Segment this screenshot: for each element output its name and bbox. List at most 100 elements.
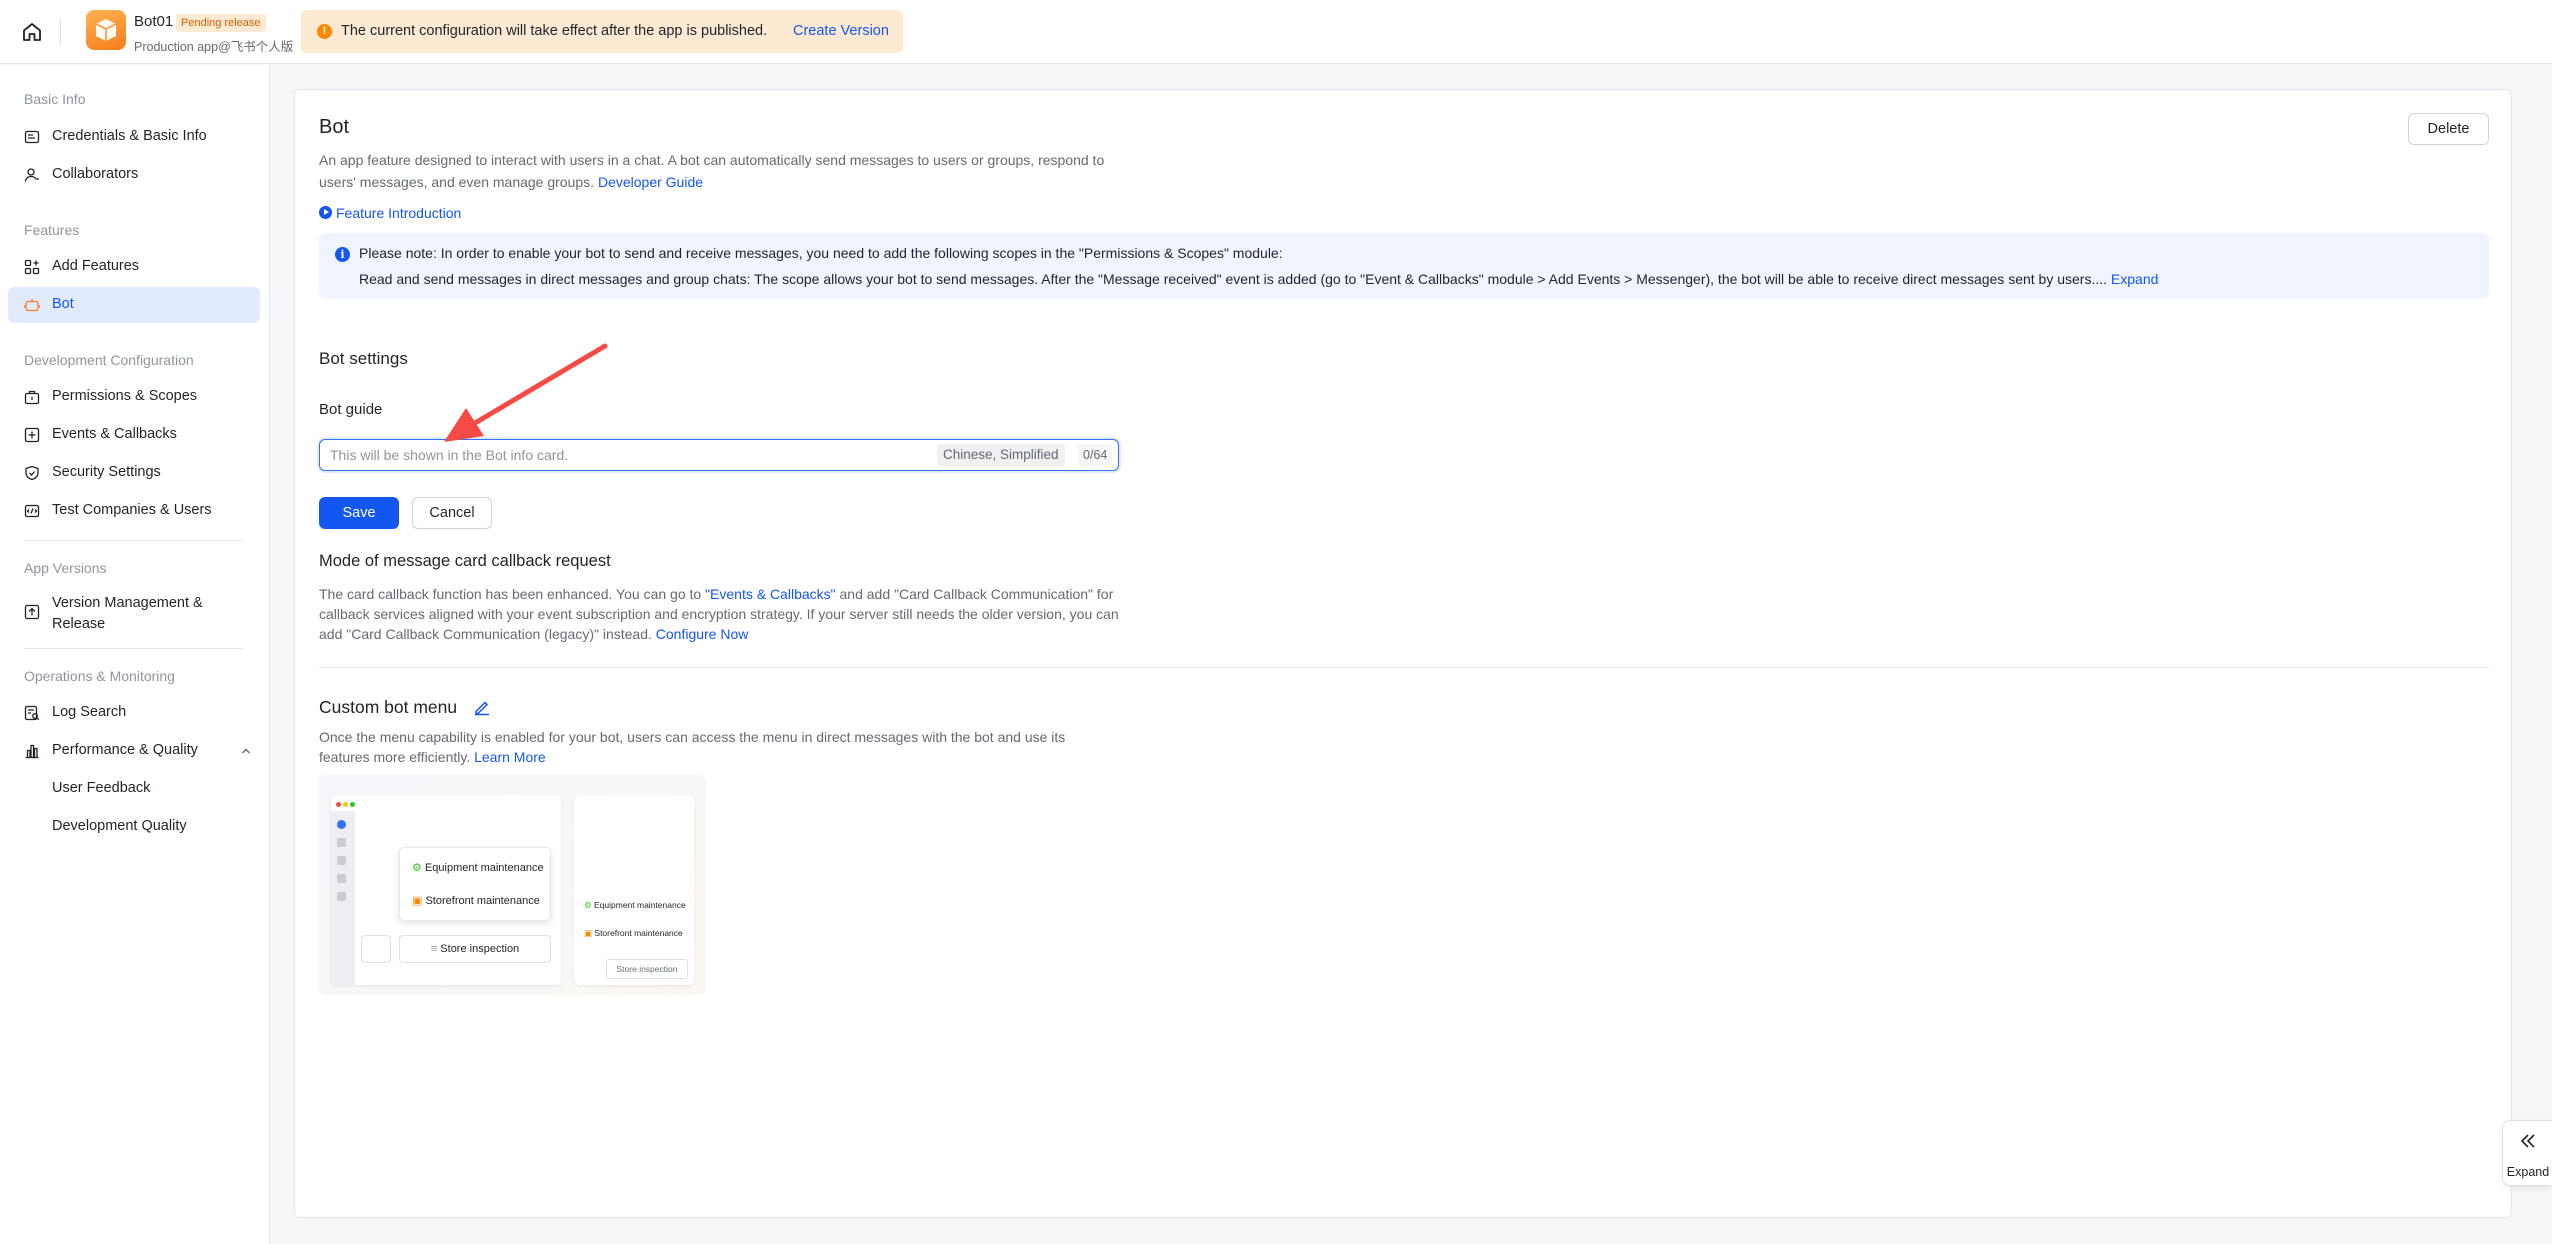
- top-bar: Bot01 Pending release Production app@飞书个…: [0, 0, 2552, 64]
- mock-menu-item: ⚙ Equipment maintenance: [584, 900, 686, 911]
- events-callbacks-link[interactable]: "Events & Callbacks": [705, 586, 836, 602]
- sidebar-item-label: Add Features: [52, 258, 140, 274]
- status-badge: Pending release: [176, 14, 266, 32]
- custom-menu-heading: Custom bot menu: [319, 697, 458, 717]
- feature-introduction-link[interactable]: Feature Introduction: [319, 205, 461, 221]
- sidebar-item-label: Bot: [52, 296, 74, 312]
- sidebar-item-version-management[interactable]: Version Management & Release: [8, 587, 260, 637]
- mock-icon: [337, 892, 346, 901]
- dot: [350, 802, 355, 807]
- mock-menu-bar: ≡ Store inspection: [399, 935, 551, 963]
- sidebar-item-label: Collaborators: [52, 166, 139, 182]
- mock-menu-popover: ⚙ Equipment maintenance ▣ Storefront mai…: [399, 847, 551, 921]
- sidebar-item-label: Version Management & Release: [52, 595, 203, 632]
- create-version-link[interactable]: Create Version: [793, 23, 889, 39]
- main-panel: Bot Delete An app feature designed to in…: [294, 89, 2512, 1218]
- feature-intro-label: Feature Introduction: [336, 205, 462, 221]
- dot: [343, 802, 348, 807]
- sidebar-item-permissions[interactable]: Permissions & Scopes: [8, 379, 260, 415]
- sidebar-item-label: Credentials & Basic Info: [52, 128, 207, 144]
- sidebar-item-label: Permissions & Scopes: [52, 388, 198, 404]
- learn-more-link[interactable]: Learn More: [474, 749, 546, 765]
- expand-link[interactable]: Expand: [2111, 271, 2158, 287]
- sidebar-item-events[interactable]: Events & Callbacks: [8, 417, 260, 453]
- mock-bar-label: Store inspection: [616, 964, 678, 974]
- sidebar-item-user-feedback[interactable]: User Feedback: [52, 780, 150, 796]
- log-search-icon: [24, 705, 40, 721]
- chevron-up-icon[interactable]: [240, 745, 252, 757]
- robot-icon: [24, 299, 40, 312]
- notice-text: The current configuration will take effe…: [341, 23, 768, 39]
- sidebar-item-label: Test Companies & Users: [52, 502, 212, 518]
- scope-info-box: i Please note: In order to enable your b…: [319, 233, 2489, 299]
- bot-guide-input[interactable]: [330, 440, 930, 470]
- info-line-2: Read and send messages in direct message…: [359, 271, 2158, 287]
- sidebar-item-label: Security Settings: [52, 464, 161, 480]
- expand-panel-button[interactable]: Expand: [2502, 1120, 2552, 1186]
- info-line-2-text: Read and send messages in direct message…: [359, 271, 2108, 287]
- sidebar-item-label: Performance & Quality: [52, 742, 198, 758]
- mock-menu-item: ▣ Storefront maintenance: [584, 928, 683, 939]
- section-operations: Operations & Monitoring: [24, 668, 175, 684]
- custom-menu-description: Once the menu capability is enabled for …: [319, 727, 1079, 767]
- save-button[interactable]: Save: [319, 497, 399, 529]
- camera-icon: [361, 935, 391, 963]
- section-app-versions: App Versions: [24, 560, 107, 576]
- sidebar-item-performance[interactable]: Performance & Quality: [8, 733, 260, 769]
- event-icon: [24, 427, 40, 443]
- id-card-icon: [24, 130, 40, 144]
- bot-guide-field: Chinese, Simplified 0/64: [319, 439, 1119, 471]
- sidebar-item-log-search[interactable]: Log Search: [8, 695, 260, 731]
- callback-text-1: The card callback function has been enha…: [319, 586, 706, 602]
- sidebar-item-test-companies[interactable]: Test Companies & Users: [8, 493, 260, 529]
- divider: [60, 18, 61, 46]
- mock-menu-item: ⚙ Equipment maintenance: [412, 861, 544, 874]
- store-icon: ▣: [412, 895, 423, 907]
- mock-menu-item-label: Equipment maintenance: [424, 862, 544, 874]
- sidebar-item-collaborators[interactable]: Collaborators: [8, 157, 260, 193]
- cancel-button[interactable]: Cancel: [412, 497, 492, 529]
- char-counter: 0/64: [1078, 444, 1113, 466]
- mock-icon: [337, 820, 346, 829]
- app-name: Bot01: [134, 13, 174, 30]
- menu-icon: ≡: [430, 943, 438, 955]
- section-features: Features: [24, 222, 80, 238]
- store-icon: ▣: [584, 928, 593, 938]
- test-icon: [24, 504, 40, 518]
- double-chevron-left-icon: [2520, 1134, 2535, 1148]
- page-title: Bot: [319, 116, 350, 138]
- sidebar-item-add-features[interactable]: Add Features: [8, 249, 260, 285]
- bar-chart-icon: [25, 744, 39, 759]
- developer-guide-link[interactable]: Developer Guide: [598, 174, 703, 190]
- language-selector[interactable]: Chinese, Simplified: [937, 444, 1065, 466]
- sidebar: Basic Info Credentials & Basic Info Coll…: [0, 65, 270, 1244]
- configure-now-link[interactable]: Configure Now: [656, 626, 749, 642]
- mock-icon: [337, 874, 346, 883]
- user-icon: [24, 168, 39, 182]
- callback-description: The card callback function has been enha…: [319, 584, 1119, 644]
- mock-menu-item-label: Storefront maintenance: [594, 928, 683, 938]
- info-icon: i: [335, 247, 350, 262]
- play-icon: [319, 206, 332, 219]
- section-basic-info: Basic Info: [24, 91, 86, 107]
- callback-mode-heading: Mode of message card callback request: [319, 552, 611, 570]
- publish-notice: ! The current configuration will take ef…: [301, 10, 903, 53]
- sidebar-item-credentials[interactable]: Credentials & Basic Info: [8, 119, 260, 155]
- home-icon[interactable]: [20, 20, 44, 44]
- menu-desc-text: Once the menu capability is enabled for …: [319, 729, 1066, 765]
- sidebar-item-security[interactable]: Security Settings: [8, 455, 260, 491]
- mock-icon: [337, 856, 346, 865]
- dot: [336, 802, 341, 807]
- grid-add-icon: [24, 259, 40, 275]
- edit-icon[interactable]: [473, 698, 491, 716]
- delete-button[interactable]: Delete: [2408, 113, 2489, 145]
- expand-label: Expand: [2506, 1165, 2550, 1179]
- sidebar-item-bot[interactable]: Bot: [8, 287, 260, 323]
- divider: [24, 648, 244, 649]
- description-text: An app feature designed to interact with…: [319, 152, 1105, 190]
- sidebar-item-dev-quality[interactable]: Development Quality: [52, 818, 187, 834]
- info-line-1: Please note: In order to enable your bot…: [359, 245, 1283, 261]
- mock-menu-item-label: Equipment maintenance: [594, 900, 686, 910]
- divider: [319, 667, 2489, 668]
- mock-icon: [337, 838, 346, 847]
